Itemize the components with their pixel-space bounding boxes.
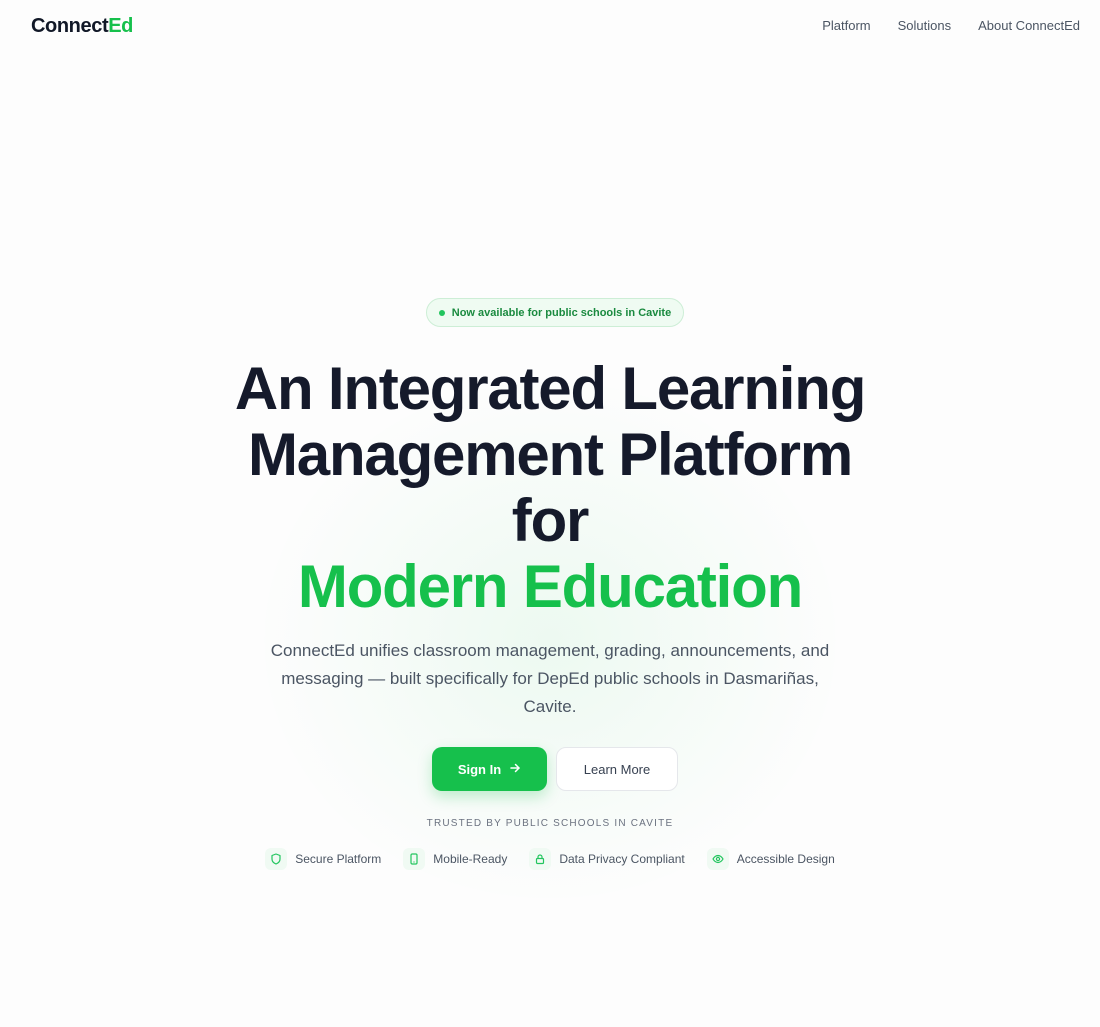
- feature-label: Data Privacy Compliant: [559, 852, 685, 866]
- logo-primary: Connect: [31, 15, 109, 37]
- nav-links: Platform Solutions About ConnectEd: [822, 18, 1080, 33]
- top-navigation: ConnectEd Platform Solutions About Conne…: [0, 0, 1100, 54]
- sign-in-button[interactable]: Sign In: [432, 747, 547, 791]
- trusted-label: TRUSTED BY PUBLIC SCHOOLS IN CAVITE: [426, 818, 674, 829]
- lock-icon: [529, 848, 552, 870]
- headline-accent: Modern Education: [297, 553, 803, 620]
- learn-more-button[interactable]: Learn More: [556, 747, 678, 791]
- smartphone-icon: [403, 848, 426, 870]
- logo-accent: Ed: [108, 15, 133, 37]
- eye-icon: [706, 848, 729, 870]
- headline-line-2: Management Platform: [248, 421, 853, 488]
- feature-list: Secure Platform Mobile-Ready Data Privac…: [0, 848, 1100, 870]
- feature-label: Secure Platform: [295, 852, 382, 866]
- nav-link-about[interactable]: About ConnectEd: [978, 18, 1080, 33]
- feature-accessible-design: Accessible Design: [706, 848, 835, 870]
- sign-in-label: Sign In: [457, 761, 502, 777]
- landing-page: ConnectEd Platform Solutions About Conne…: [0, 0, 1100, 1027]
- availability-badge: Now available for public schools in Cavi…: [426, 298, 684, 327]
- logo[interactable]: ConnectEd: [31, 15, 133, 38]
- learn-more-label: Learn More: [583, 761, 651, 777]
- status-dot-icon: [438, 309, 445, 316]
- feature-mobile-ready: Mobile-Ready: [403, 848, 507, 870]
- arrow-right-icon: [509, 762, 521, 777]
- headline-line-3: for: [511, 487, 590, 554]
- badge-text: Now available for public schools in Cavi…: [451, 306, 672, 319]
- nav-link-solutions[interactable]: Solutions: [898, 18, 951, 33]
- shield-icon: [265, 848, 288, 870]
- feature-secure-platform: Secure Platform: [265, 848, 381, 870]
- feature-data-privacy: Data Privacy Compliant: [529, 848, 685, 870]
- hero-headline: An Integrated Learning Management Platfo…: [150, 356, 950, 620]
- headline-line-1: An Integrated Learning: [234, 355, 867, 422]
- nav-link-platform[interactable]: Platform: [822, 18, 870, 33]
- hero-description: ConnectEd unifies classroom management, …: [270, 641, 830, 716]
- feature-label: Mobile-Ready: [433, 852, 508, 866]
- feature-label: Accessible Design: [736, 852, 835, 866]
